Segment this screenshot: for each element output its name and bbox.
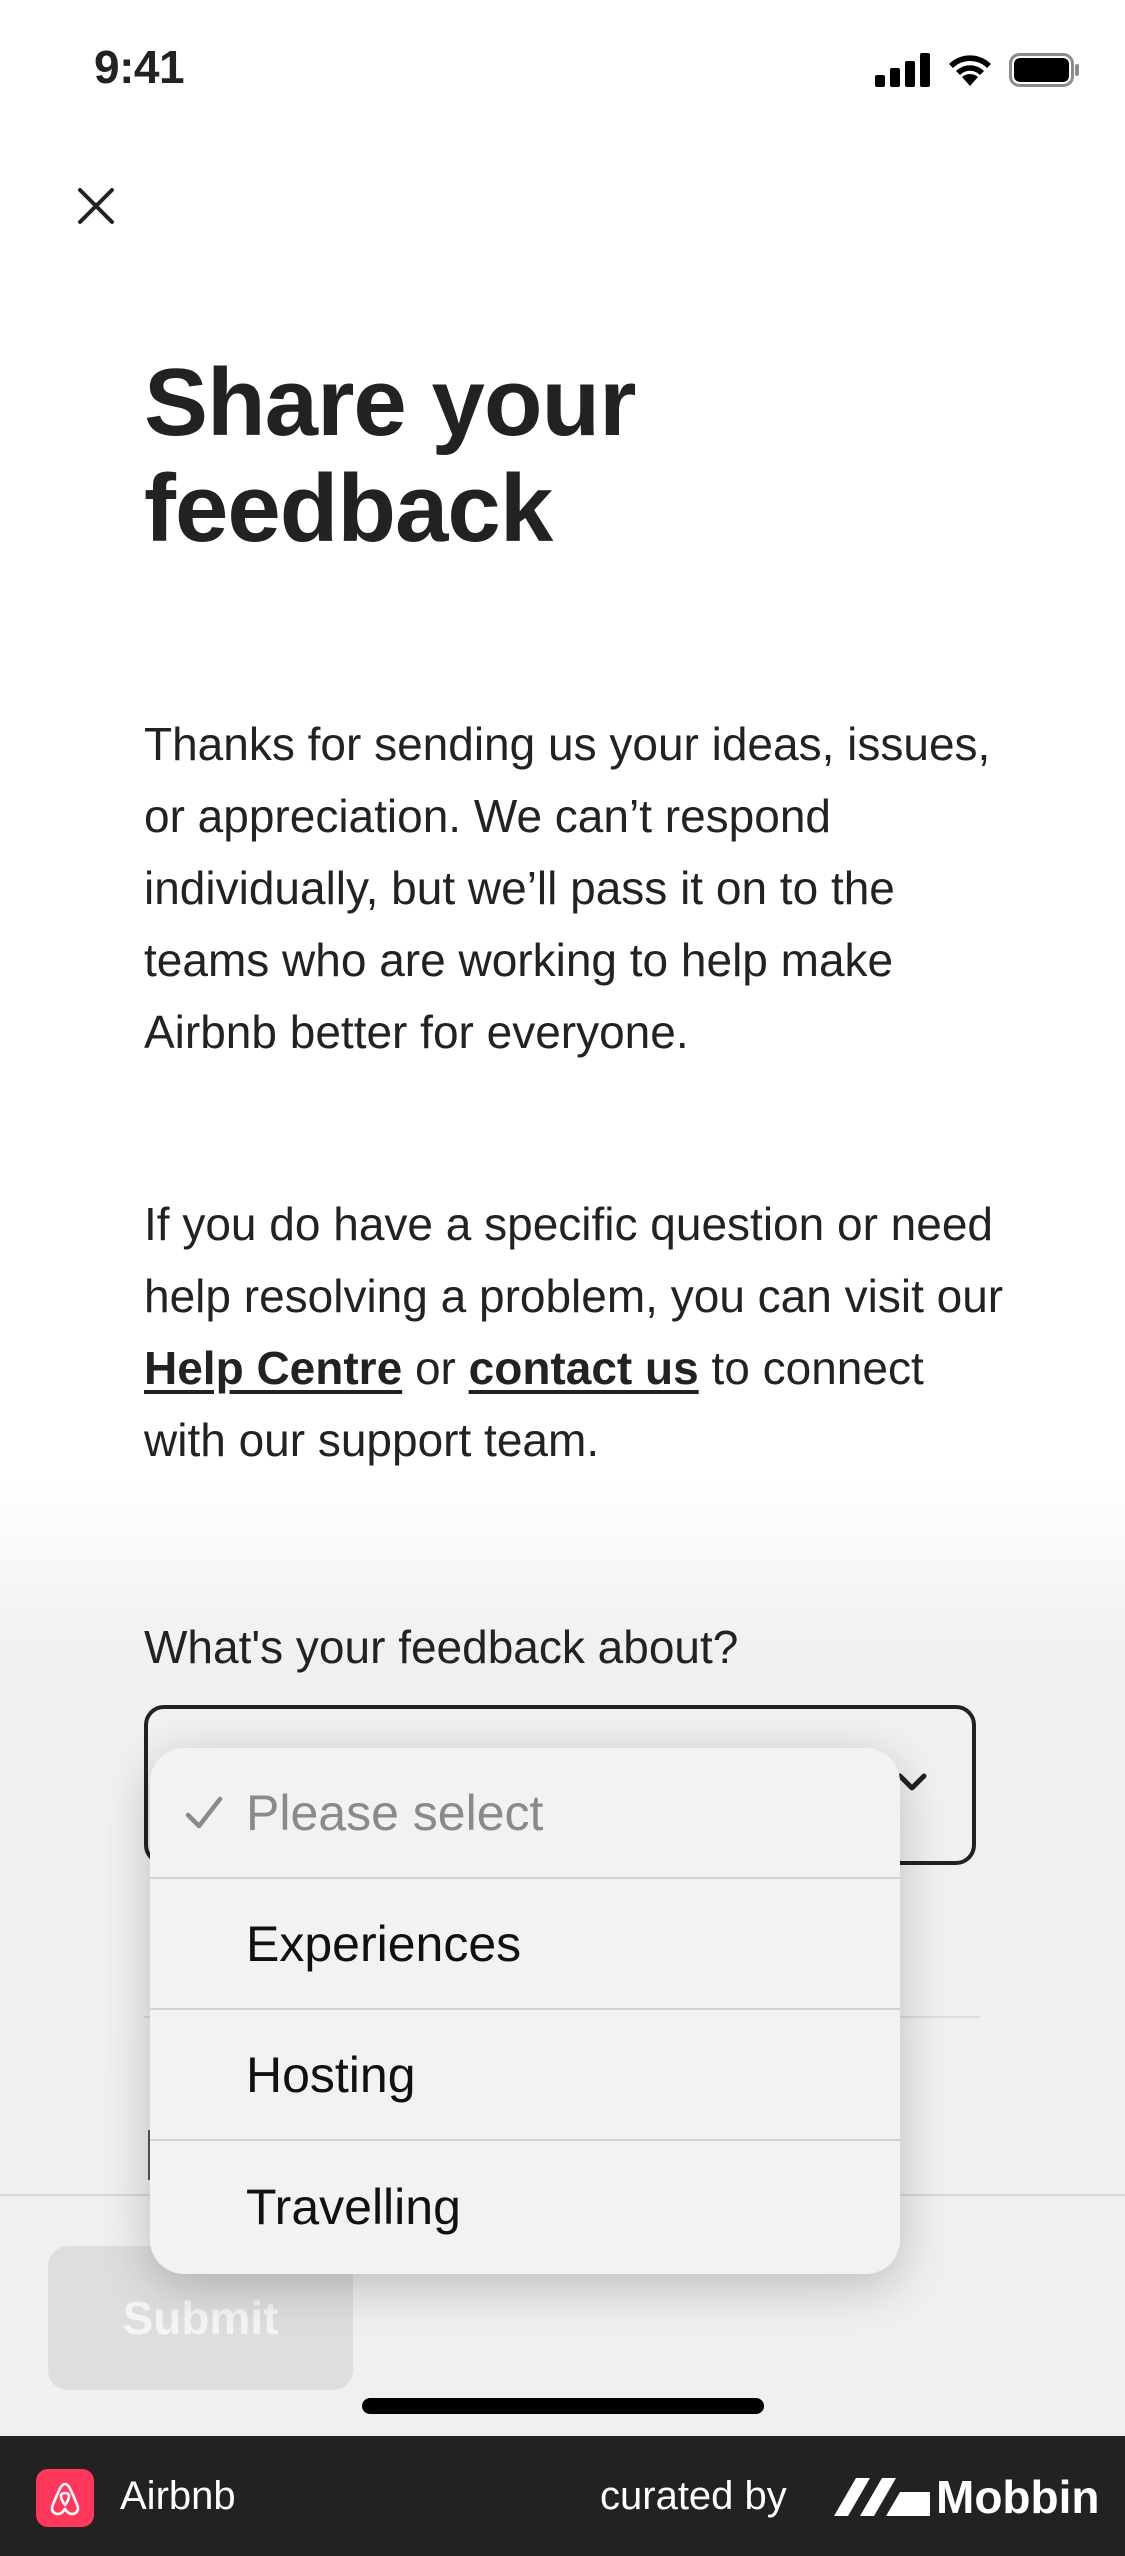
feedback-topic-label: What's your feedback about?: [144, 1621, 739, 1673]
menu-option-label: Hosting: [246, 2046, 416, 2103]
feedback-topic-menu: Please select Experiences Hosting Travel…: [150, 1748, 900, 2274]
page-title: Share your feedback: [144, 349, 637, 562]
status-icons: [875, 48, 1081, 92]
mobbin-logo-icon: [834, 2478, 930, 2516]
cellular-signal-icon: [875, 53, 930, 87]
page-title-line-1: Share your: [144, 349, 637, 456]
help-text: If you do have a specific question or ne…: [144, 1188, 1004, 1476]
airbnb-logo-icon: [36, 2469, 94, 2527]
close-button[interactable]: [70, 180, 122, 232]
menu-option-experiences[interactable]: Experiences: [150, 1879, 900, 2010]
help-centre-link[interactable]: Help Centre: [144, 1342, 402, 1394]
menu-option-hosting[interactable]: Hosting: [150, 2010, 900, 2141]
close-icon: [78, 188, 114, 224]
help-text-prefix: If you do have a specific question or ne…: [144, 1198, 1004, 1322]
curator-name: Mobbin: [936, 2471, 1100, 2523]
help-text-or: or: [414, 1342, 456, 1394]
contact-us-link[interactable]: contact us: [469, 1342, 699, 1394]
menu-option-travelling[interactable]: Travelling: [150, 2141, 900, 2272]
status-time: 9:41: [94, 41, 185, 93]
menu-option-please-select[interactable]: Please select: [150, 1748, 900, 1879]
page-title-line-2: feedback: [144, 455, 553, 562]
battery-icon: [1009, 53, 1079, 87]
curated-by-label: curated by: [600, 2474, 787, 2518]
menu-option-label: Please select: [246, 1784, 544, 1841]
home-indicator: [362, 2398, 764, 2414]
menu-option-label: Travelling: [246, 2178, 461, 2235]
menu-option-label: Experiences: [246, 1915, 522, 1972]
checkmark-icon: [185, 1796, 223, 1828]
wifi-icon: [949, 55, 991, 86]
app-name: Airbnb: [120, 2474, 236, 2518]
intro-text: Thanks for sending us your ideas, issues…: [144, 718, 991, 1058]
